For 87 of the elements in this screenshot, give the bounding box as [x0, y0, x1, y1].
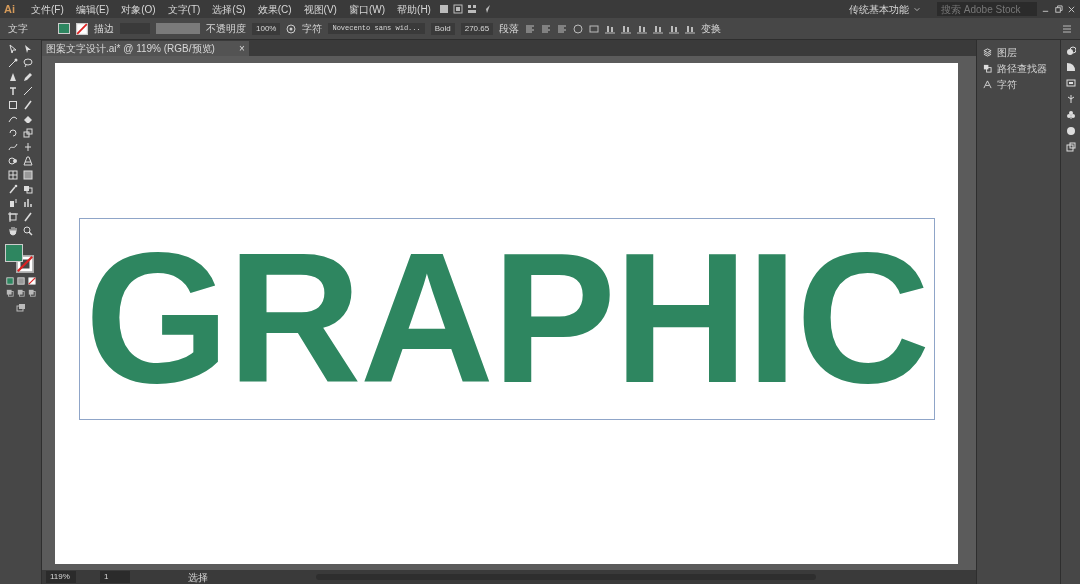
document-tab-title: 图案文字设计.ai* @ 119% (RGB/预览) [46, 42, 215, 56]
scale-icon[interactable] [23, 128, 33, 138]
screen-mode-icon[interactable] [14, 303, 27, 313]
magic-wand-icon[interactable] [8, 58, 18, 68]
variable-width-field[interactable] [156, 23, 200, 34]
zoom-field[interactable]: 119% [46, 571, 76, 583]
rectangle-tool-icon[interactable] [8, 100, 18, 110]
mode-label: 文字 [8, 22, 28, 36]
paragraph-label[interactable]: 段落 [499, 21, 520, 36]
close-icon[interactable] [1067, 4, 1076, 14]
menu-item[interactable]: 选择(S) [208, 1, 250, 17]
stroke-swatch-icon[interactable] [76, 22, 88, 35]
image-icon[interactable] [1065, 78, 1076, 88]
align-objects-icon[interactable] [637, 23, 648, 34]
gradient-icon[interactable] [23, 170, 33, 180]
mesh-icon[interactable] [8, 170, 18, 180]
character-label[interactable]: 字符 [302, 21, 323, 36]
transform-link[interactable]: 变换 [701, 21, 722, 36]
stroke-label: 描边 [94, 22, 114, 36]
panel-tab[interactable]: 图层 [977, 44, 1060, 60]
draw-behind-icon[interactable] [16, 289, 25, 297]
globe-icon[interactable] [286, 23, 297, 34]
align-objects-icon[interactable] [621, 23, 632, 34]
draw-inside-icon[interactable] [27, 289, 36, 297]
menu-item[interactable]: 帮助(H) [393, 1, 435, 17]
fill-color-swatch[interactable] [4, 244, 23, 262]
frame-icon[interactable] [589, 23, 600, 34]
slice-icon[interactable] [23, 212, 33, 222]
app-logo: Ai [4, 1, 15, 17]
artboard-tool-icon[interactable] [8, 212, 18, 222]
type-tool-icon[interactable] [8, 86, 18, 96]
caret-icon [913, 5, 921, 13]
draw-normal-icon[interactable] [5, 289, 14, 297]
opacity-label: 不透明度 [206, 22, 246, 36]
overlapping-squares-icon [983, 63, 992, 73]
puppet-pin-icon[interactable] [23, 142, 33, 152]
menu-item[interactable]: 对象(O) [117, 1, 160, 17]
color-icon[interactable] [1065, 46, 1076, 56]
opacity-field[interactable]: 100% [252, 22, 281, 35]
character-icon [983, 79, 992, 89]
document-tab[interactable]: 图案文字设计.ai* @ 119% (RGB/预览) × [42, 41, 249, 56]
color-mode-icon[interactable] [5, 277, 14, 285]
lasso-icon[interactable] [23, 58, 33, 68]
perspective-grid-icon[interactable] [23, 156, 33, 166]
none-mode-icon[interactable] [27, 277, 36, 285]
eyedropper-icon[interactable] [8, 184, 18, 194]
rotate-icon[interactable] [8, 128, 18, 138]
layers-icon [983, 47, 992, 57]
menu-item[interactable]: 文件(F) [27, 1, 68, 17]
hand-icon[interactable] [8, 226, 18, 236]
menu-item[interactable]: 视图(V) [299, 1, 341, 17]
panel-tab[interactable]: 路径查找器 [977, 60, 1060, 76]
line-tool-icon[interactable] [23, 86, 33, 96]
restore-icon[interactable] [1054, 4, 1063, 14]
pen-icon[interactable] [8, 72, 18, 82]
zoom-icon[interactable] [23, 226, 33, 236]
selection-arrow-icon[interactable] [8, 44, 18, 54]
shaper-icon[interactable] [8, 114, 18, 124]
search-field[interactable]: 搜索 Adobe Stock [937, 2, 1037, 16]
align-objects-icon[interactable] [669, 23, 680, 34]
menu-item[interactable]: 窗口(W) [344, 1, 390, 17]
fill-swatch[interactable] [58, 23, 70, 34]
blend-icon[interactable] [23, 184, 33, 194]
shape-icon[interactable] [573, 23, 584, 34]
eraser-icon[interactable] [23, 114, 33, 124]
brush-icon[interactable] [23, 100, 33, 110]
align-objects-icon[interactable] [605, 23, 616, 34]
pencil-icon[interactable] [23, 72, 33, 82]
menu-item[interactable]: 编辑(E) [71, 1, 114, 17]
artboard-field[interactable]: 1 [100, 571, 130, 583]
align-objects-icon[interactable] [653, 23, 664, 34]
panel-tab[interactable]: 字符 [977, 76, 1060, 92]
menu-item[interactable]: 效果(C) [253, 1, 296, 17]
gradient-mode-icon[interactable] [16, 277, 25, 285]
font-size-field[interactable]: 270.65 [460, 22, 494, 35]
current-tool-label: 选择 [188, 570, 208, 584]
align-objects-icon[interactable] [685, 23, 696, 34]
direct-selection-arrow-icon[interactable] [23, 44, 33, 54]
menu-item[interactable]: 文字(T) [163, 1, 205, 17]
canvas-text: GRAPHIC [84, 225, 929, 411]
workspace-switcher[interactable]: 传统基本功能 [849, 1, 909, 17]
warp-icon[interactable] [8, 142, 18, 152]
shape-builder-icon[interactable] [8, 156, 18, 166]
layout-grid-icon[interactable] [466, 4, 477, 14]
font-style-field[interactable]: Bold [430, 22, 455, 35]
bar-graph-icon[interactable] [23, 198, 33, 208]
tab-close-button[interactable]: × [238, 41, 245, 56]
